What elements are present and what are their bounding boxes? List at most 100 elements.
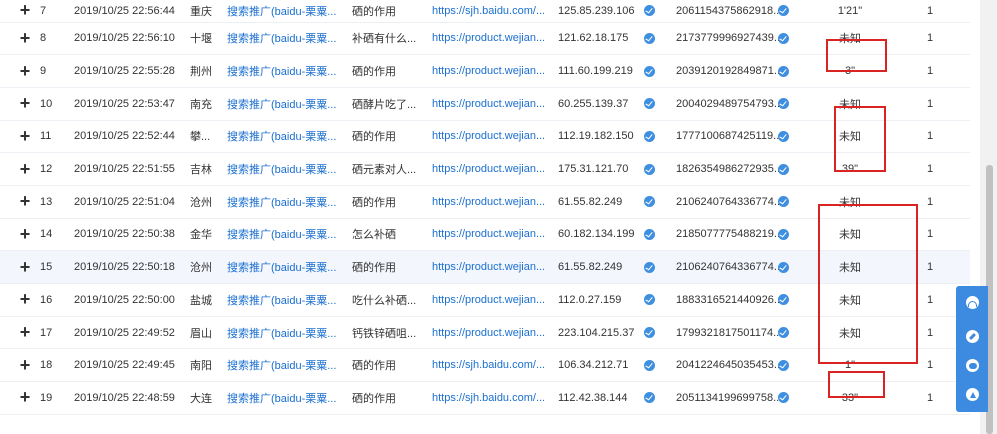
landing-url-link[interactable]: https://sjh.baidu.com/...	[432, 349, 545, 381]
trend-badge-icon[interactable]	[778, 219, 789, 251]
landing-url-link[interactable]: https://product.wejian...	[432, 121, 545, 153]
traffic-source-link[interactable]: 搜索推广(baidu-栗粟...	[227, 284, 336, 316]
trend-badge-icon[interactable]	[778, 55, 789, 87]
row-index: 17	[40, 326, 53, 339]
trend-badge-icon[interactable]	[644, 349, 655, 381]
visit-time: 2019/10/25 22:51:55	[74, 163, 175, 176]
trend-badge-icon[interactable]	[778, 88, 789, 120]
trend-badge-icon[interactable]	[644, 382, 655, 414]
landing-url-link[interactable]: https://product.wejian...	[432, 23, 545, 55]
expand-row-button[interactable]: +	[18, 55, 32, 87]
table-row[interactable]: +19 2019/10/25 22:48:59 大连 搜索推广(baidu-栗粟...…	[0, 382, 970, 415]
visit-count: 1	[927, 391, 934, 404]
table-row[interactable]: +8 2019/10/25 22:56:10 十堰 搜索推广(baidu-栗粟... 补…	[0, 23, 970, 56]
traffic-source-link[interactable]: 搜索推广(baidu-栗粟...	[227, 23, 336, 55]
visitor-ip: 125.85.239.106	[558, 4, 635, 17]
table-row[interactable]: +11 2019/10/25 22:52:44 攀... 搜索推广(baidu-栗粟.…	[0, 121, 970, 154]
trend-badge-icon[interactable]	[778, 284, 789, 316]
trend-badge-icon[interactable]	[778, 186, 789, 218]
row-index: 8	[40, 32, 47, 45]
landing-url-link[interactable]: https://product.wejian...	[432, 317, 545, 349]
visitor-ip: 112.19.182.150	[558, 130, 634, 143]
chat-icon[interactable]	[966, 359, 979, 372]
visitor-ip: 106.34.212.71	[558, 359, 629, 372]
expand-row-button[interactable]: +	[18, 382, 32, 414]
expand-row-button[interactable]: +	[18, 0, 32, 22]
expand-row-button[interactable]: +	[18, 23, 32, 55]
trend-badge-icon[interactable]	[778, 349, 789, 381]
expand-row-button[interactable]: +	[18, 121, 32, 153]
trend-badge-icon[interactable]	[644, 317, 655, 349]
trend-badge-icon[interactable]	[644, 55, 655, 87]
trend-badge-icon[interactable]	[644, 219, 655, 251]
traffic-source-link[interactable]: 搜索推广(baidu-栗粟...	[227, 0, 336, 22]
search-keyword: 硒酵片吃了...	[352, 98, 417, 111]
traffic-source-link[interactable]: 搜索推广(baidu-栗粟...	[227, 153, 336, 185]
traffic-source-link[interactable]: 搜索推广(baidu-栗粟...	[227, 349, 336, 381]
expand-row-button[interactable]: +	[18, 317, 32, 349]
trend-badge-icon[interactable]	[644, 186, 655, 218]
trend-badge-icon[interactable]	[778, 121, 789, 153]
table-row[interactable]: +10 2019/10/25 22:53:47 南充 搜索推广(baidu-栗粟...…	[0, 88, 970, 121]
trend-badge-icon[interactable]	[778, 251, 789, 283]
trend-badge-icon[interactable]	[644, 284, 655, 316]
visitor-id: 1777100687425119...	[676, 130, 783, 143]
traffic-source-link[interactable]: 搜索推广(baidu-栗粟...	[227, 382, 336, 414]
expand-row-button[interactable]: +	[18, 153, 32, 185]
landing-url-link[interactable]: https://product.wejian...	[432, 186, 545, 218]
trend-badge-icon[interactable]	[778, 382, 789, 414]
expand-row-button[interactable]: +	[18, 219, 32, 251]
trend-badge-icon[interactable]	[644, 0, 655, 22]
traffic-source-link[interactable]: 搜索推广(baidu-栗粟...	[227, 251, 336, 283]
table-row[interactable]: +9 2019/10/25 22:55:28 荆州 搜索推广(baidu-栗粟... 硒…	[0, 55, 970, 88]
traffic-source-link[interactable]: 搜索推广(baidu-栗粟...	[227, 55, 336, 87]
row-index: 19	[40, 391, 53, 404]
visit-count: 1	[927, 65, 934, 78]
visit-time: 2019/10/25 22:56:44	[74, 4, 175, 17]
visitor-id: 2004029489754793...	[676, 97, 784, 110]
trend-badge-icon[interactable]	[778, 23, 789, 55]
compass-icon[interactable]	[966, 330, 979, 343]
visitor-city: 沧州	[190, 196, 212, 209]
traffic-source-link[interactable]: 搜索推广(baidu-栗粟...	[227, 186, 336, 218]
visitor-city: 吉林	[190, 164, 212, 177]
visitor-ip: 112.42.38.144	[558, 391, 628, 404]
expand-row-button[interactable]: +	[18, 284, 32, 316]
expand-row-button[interactable]: +	[18, 88, 32, 120]
headset-icon[interactable]	[966, 296, 979, 309]
visitor-id: 1826354986272935...	[676, 163, 784, 176]
visit-time: 2019/10/25 22:56:10	[74, 32, 175, 45]
trend-badge-icon[interactable]	[644, 251, 655, 283]
landing-url-link[interactable]: https://product.wejian...	[432, 88, 545, 120]
visitor-id: 2061154375862918...	[676, 4, 783, 17]
table-row[interactable]: +12 2019/10/25 22:51:55 吉林 搜索推广(baidu-栗粟...…	[0, 153, 970, 186]
landing-url-link[interactable]: https://sjh.baidu.com/...	[432, 0, 545, 22]
row-index: 15	[40, 261, 53, 274]
traffic-source-link[interactable]: 搜索推广(baidu-栗粟...	[227, 317, 336, 349]
trend-badge-icon[interactable]	[778, 317, 789, 349]
visitor-id: 2041224645035453...	[676, 359, 784, 372]
landing-url-link[interactable]: https://product.wejian...	[432, 219, 545, 251]
traffic-source-link[interactable]: 搜索推广(baidu-栗粟...	[227, 121, 336, 153]
trend-badge-icon[interactable]	[644, 88, 655, 120]
trend-badge-icon[interactable]	[644, 23, 655, 55]
expand-row-button[interactable]: +	[18, 186, 32, 218]
trend-badge-icon[interactable]	[644, 121, 655, 153]
landing-url-link[interactable]: https://product.wejian...	[432, 55, 545, 87]
table-row[interactable]: +7 2019/10/25 22:56:44 重庆 搜索推广(baidu-栗粟... 硒…	[0, 0, 970, 23]
traffic-source-link[interactable]: 搜索推广(baidu-栗粟...	[227, 88, 336, 120]
landing-url-link[interactable]: https://sjh.baidu.com/...	[432, 382, 545, 414]
arrow-up-icon[interactable]	[966, 388, 979, 401]
landing-url-link[interactable]: https://product.wejian...	[432, 153, 545, 185]
landing-url-link[interactable]: https://product.wejian...	[432, 251, 545, 283]
visitor-id: 1883316521440926...	[676, 293, 784, 306]
visitor-city: 大连	[190, 392, 212, 405]
landing-url-link[interactable]: https://product.wejian...	[432, 284, 545, 316]
visitor-city: 南阳	[190, 360, 212, 373]
expand-row-button[interactable]: +	[18, 251, 32, 283]
traffic-source-link[interactable]: 搜索推广(baidu-栗粟...	[227, 219, 336, 251]
expand-row-button[interactable]: +	[18, 349, 32, 381]
trend-badge-icon[interactable]	[778, 153, 789, 185]
trend-badge-icon[interactable]	[778, 0, 789, 22]
trend-badge-icon[interactable]	[644, 153, 655, 185]
